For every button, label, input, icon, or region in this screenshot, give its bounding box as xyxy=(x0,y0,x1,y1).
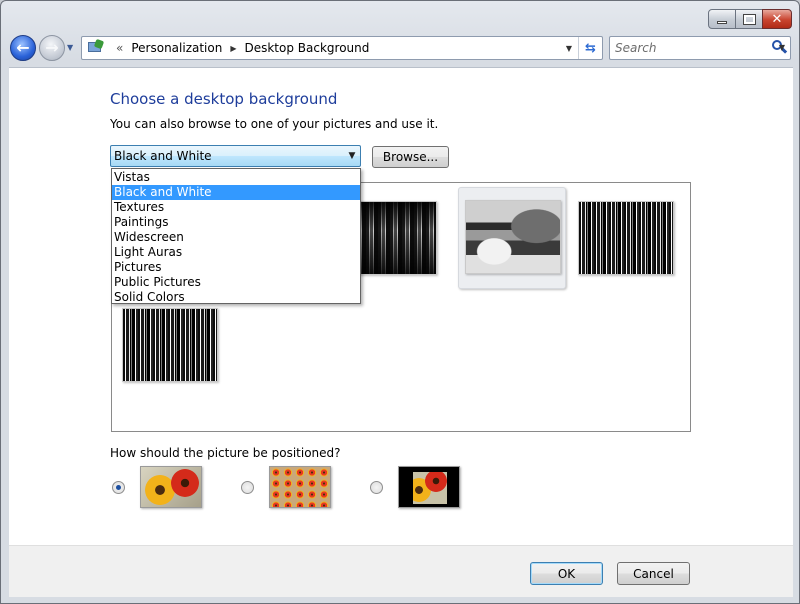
dropdown-option-widescreen[interactable]: Widescreen xyxy=(112,230,360,245)
position-tile-preview[interactable] xyxy=(269,466,331,508)
cancel-label: Cancel xyxy=(633,566,674,581)
position-center-radio[interactable] xyxy=(370,480,383,494)
back-arrow-icon: ← xyxy=(16,38,30,57)
minimize-button[interactable] xyxy=(708,9,736,29)
address-bar[interactable]: « Personalization ▶ Desktop Background ▼… xyxy=(81,36,603,60)
back-button[interactable]: ← xyxy=(10,35,36,61)
position-option-tile[interactable] xyxy=(241,466,331,508)
desktop-background-window: ✕ ← → ▼ « Personalization ▶ Desktop Back… xyxy=(0,0,800,604)
refresh-icon: ⇆ xyxy=(585,40,596,56)
cancel-button[interactable]: Cancel xyxy=(617,562,690,585)
positioning-question: How should the picture be positioned? xyxy=(110,446,341,460)
position-tile-radio[interactable] xyxy=(241,480,254,494)
ok-label: OK xyxy=(557,566,576,581)
breadcrumb-desktop-background[interactable]: Desktop Background xyxy=(244,41,369,55)
breadcrumb-chevron-icon[interactable]: ▶ xyxy=(230,44,236,53)
dropdown-option-public-pictures[interactable]: Public Pictures xyxy=(112,275,360,290)
close-icon: ✕ xyxy=(771,11,783,27)
search-options-dropdown-icon[interactable]: ▼ xyxy=(775,43,789,52)
dropdown-option-paintings[interactable]: Paintings xyxy=(112,215,360,230)
search-input[interactable]: Search xyxy=(615,41,770,55)
position-option-fit[interactable] xyxy=(112,466,202,508)
dropdown-option-black-and-white[interactable]: Black and White xyxy=(112,185,360,200)
dialog-footer: OK Cancel xyxy=(9,545,793,597)
control-panel-icon xyxy=(88,38,106,56)
main-content: Choose a desktop background You can also… xyxy=(9,67,793,545)
address-dropdown-icon[interactable]: ▼ xyxy=(560,44,578,53)
wallpaper-thumbnail-selected[interactable] xyxy=(458,187,566,289)
page-title: Choose a desktop background xyxy=(110,90,338,108)
position-fit-radio[interactable] xyxy=(112,480,125,494)
wallpaper-thumbnail[interactable] xyxy=(578,201,674,275)
browse-button[interactable]: Browse... xyxy=(372,146,449,168)
forward-arrow-icon: → xyxy=(45,38,59,57)
dropdown-option-solid-colors[interactable]: Solid Colors xyxy=(112,290,360,305)
navigation-bar: ← → ▼ « Personalization ▶ Desktop Backgr… xyxy=(1,31,799,65)
dropdown-option-vistas[interactable]: Vistas xyxy=(112,170,360,185)
dropdown-option-textures[interactable]: Textures xyxy=(112,200,360,215)
refresh-button[interactable]: ⇆ xyxy=(578,37,602,59)
maximize-icon xyxy=(742,13,756,25)
page-description: You can also browse to one of your pictu… xyxy=(110,117,439,131)
caption-buttons: ✕ xyxy=(708,9,792,29)
wallpaper-thumbnail[interactable] xyxy=(122,308,218,382)
browse-label: Browse... xyxy=(382,150,439,164)
recent-pages-dropdown-icon[interactable]: ▼ xyxy=(67,43,73,52)
ok-button[interactable]: OK xyxy=(530,562,603,585)
search-box[interactable]: Search xyxy=(609,36,791,60)
minimize-icon xyxy=(717,21,727,24)
breadcrumb-overflow[interactable]: « xyxy=(116,41,123,55)
picture-location-value: Black and White xyxy=(114,149,212,163)
maximize-button[interactable] xyxy=(735,9,763,29)
breadcrumb-personalization[interactable]: Personalization xyxy=(131,41,222,55)
position-fit-preview[interactable] xyxy=(140,466,202,508)
wallpaper-thumbnail-image xyxy=(465,200,561,274)
dropdown-option-pictures[interactable]: Pictures xyxy=(112,260,360,275)
forward-button[interactable]: → xyxy=(39,35,65,61)
picture-location-dropdown-list[interactable]: Vistas Black and White Textures Painting… xyxy=(111,168,361,304)
position-option-center[interactable] xyxy=(370,466,460,508)
close-button[interactable]: ✕ xyxy=(762,9,792,29)
chevron-down-icon[interactable]: ▼ xyxy=(344,151,360,161)
picture-location-select[interactable]: Black and White ▼ xyxy=(110,145,361,167)
dropdown-option-light-auras[interactable]: Light Auras xyxy=(112,245,360,260)
position-center-preview[interactable] xyxy=(398,466,460,508)
